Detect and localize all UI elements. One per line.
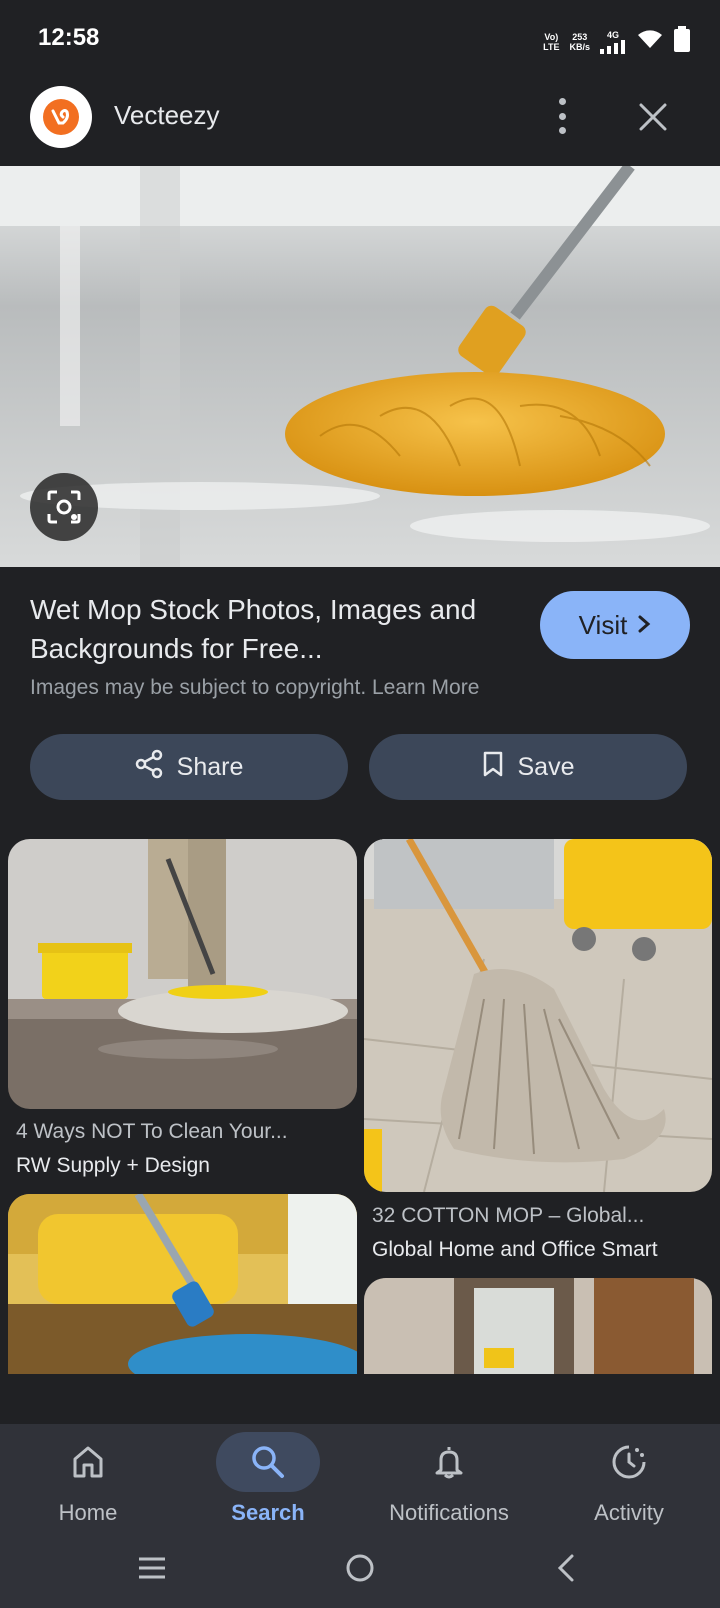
more-vert-icon[interactable]: [548, 98, 576, 134]
related-image[interactable]: [364, 839, 712, 1192]
vecteezy-logo[interactable]: [30, 86, 92, 148]
battery-icon: [674, 26, 690, 57]
visit-button[interactable]: Visit: [540, 591, 690, 659]
copyright-notice[interactable]: Images may be subject to copyright. Lear…: [30, 676, 479, 700]
nav-activity-label: Activity: [594, 1500, 664, 1525]
nav-home-label: Home: [58, 1500, 118, 1525]
nav-search[interactable]: Search: [183, 1432, 353, 1532]
related-source[interactable]: RW Supply + Design: [16, 1154, 210, 1178]
related-source[interactable]: Global Home and Office Smart: [372, 1238, 658, 1262]
nav-activity[interactable]: Activity: [544, 1432, 714, 1532]
nav-notifications-label: Notifications: [389, 1500, 509, 1525]
wifi-icon: [636, 28, 664, 55]
related-title[interactable]: 32 COTTON MOP – Global...: [372, 1204, 644, 1228]
bell-icon: [397, 1432, 501, 1492]
chevron-right-icon: [637, 610, 651, 641]
share-label: Share: [176, 752, 244, 781]
share-button[interactable]: Share: [30, 734, 348, 800]
save-label: Save: [517, 752, 575, 781]
volte-indicator: Vo) LTE: [543, 31, 560, 52]
share-icon: [135, 749, 163, 786]
data-speed: 253 KB/s: [569, 31, 590, 52]
home-icon: [36, 1432, 140, 1492]
site-name[interactable]: Vecteezy: [114, 100, 220, 131]
save-button[interactable]: Save: [369, 734, 687, 800]
hero-image[interactable]: [0, 166, 720, 567]
recent-apps-icon[interactable]: [122, 1548, 182, 1588]
clock: 12:58: [38, 24, 100, 51]
close-icon[interactable]: [636, 100, 670, 134]
related-image[interactable]: [8, 1194, 357, 1374]
nav-notifications[interactable]: Notifications: [364, 1432, 534, 1532]
status-icons: Vo) LTE 253 KB/s 4G: [543, 26, 690, 57]
lens-icon[interactable]: [30, 473, 98, 541]
status-bar: 12:58 Vo) LTE 253 KB/s 4G: [0, 0, 720, 80]
signal-icon: 4G: [600, 30, 626, 54]
search-icon: [216, 1432, 320, 1492]
related-image[interactable]: [8, 839, 357, 1109]
nav-search-label: Search: [231, 1500, 305, 1525]
related-title[interactable]: 4 Ways NOT To Clean Your...: [16, 1120, 288, 1144]
source-header: [0, 82, 720, 166]
vecteezy-logo-mark: [43, 99, 79, 135]
result-title[interactable]: Wet Mop Stock Photos, Images and Backgro…: [30, 590, 500, 668]
bookmark-icon: [482, 750, 504, 785]
visit-label: Visit: [578, 609, 628, 640]
home-circle-icon[interactable]: [330, 1548, 390, 1588]
related-image[interactable]: [364, 1278, 712, 1374]
back-icon[interactable]: [536, 1548, 596, 1588]
activity-icon: [577, 1432, 681, 1492]
nav-home[interactable]: Home: [3, 1432, 173, 1532]
